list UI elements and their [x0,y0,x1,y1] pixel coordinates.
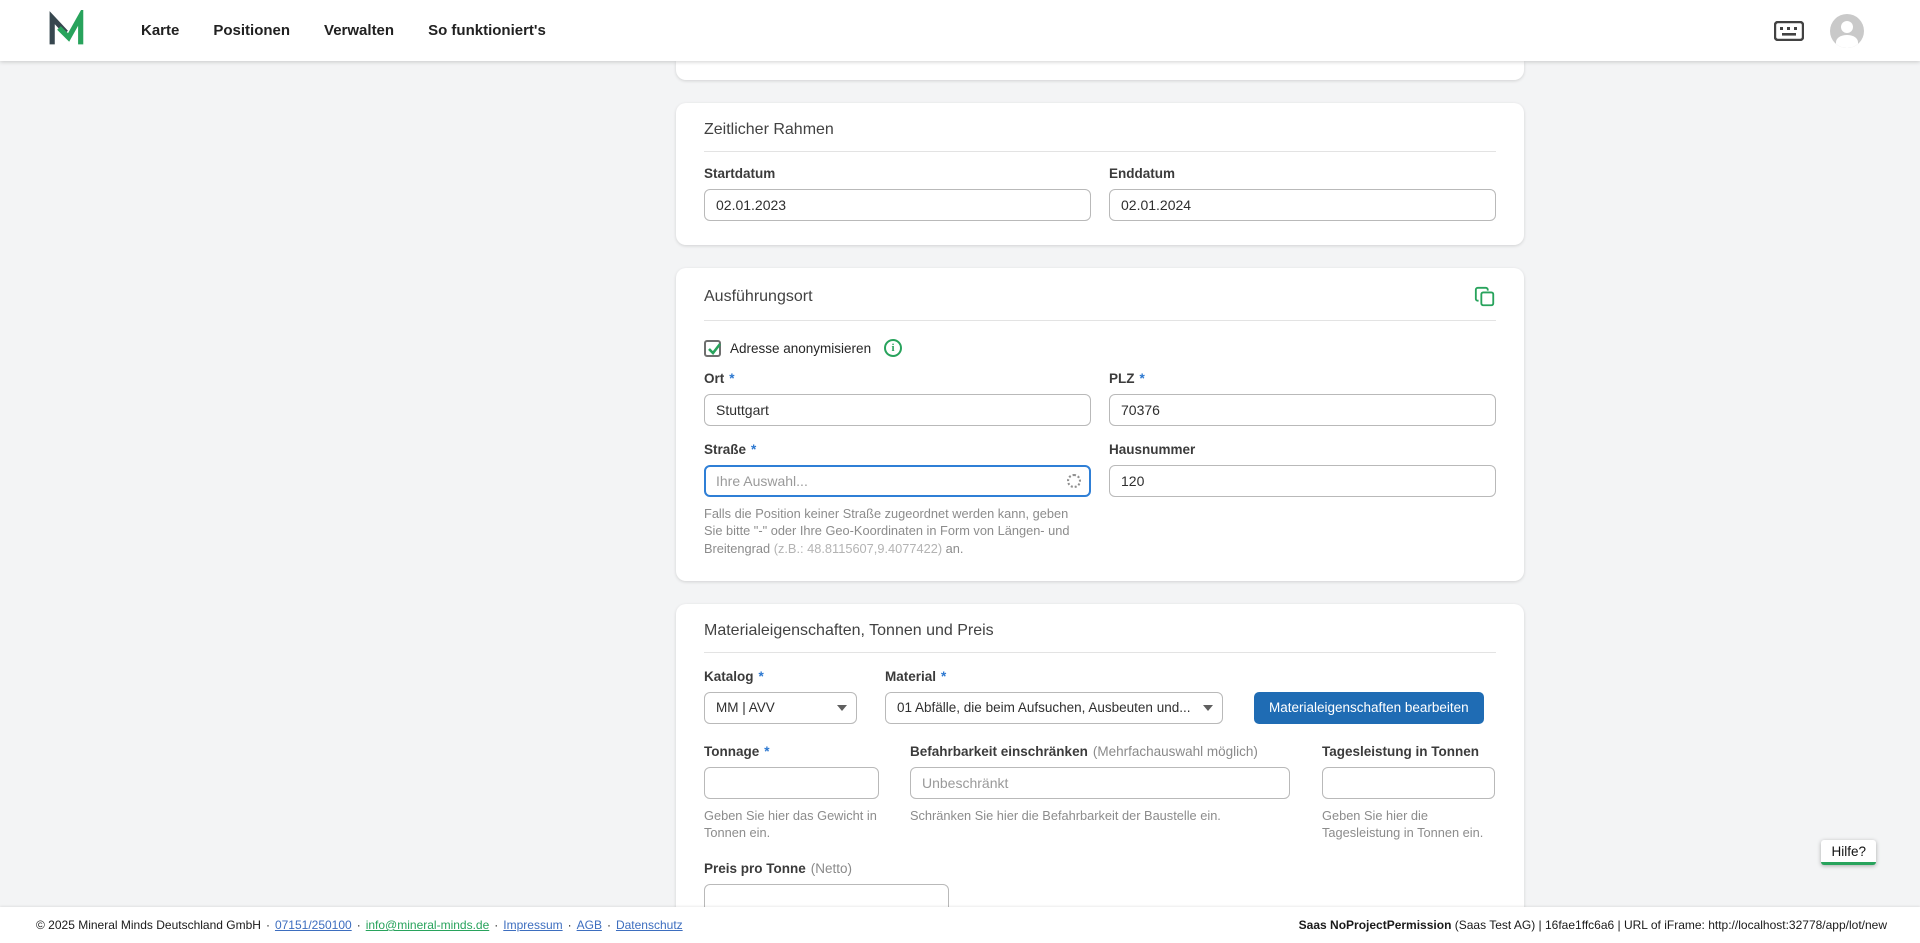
material-label: Material [885,669,936,684]
tonnage-helper-text: Geben Sie hier das Gewicht in Tonnen ein… [704,807,879,842]
strasse-label: Straße [704,442,746,457]
chevron-down-icon [1203,705,1213,711]
startdatum-label: Startdatum [704,166,775,181]
footer-left: © 2025 Mineral Minds Deutschland GmbH·07… [36,918,683,932]
card-title-ausfuehrungsort: Ausführungsort [704,288,813,306]
main-nav: Karte Positionen Verwalten So funktionie… [141,22,546,39]
tagesleistung-input[interactable] [1322,767,1495,799]
footer-copyright: © 2025 Mineral Minds Deutschland GmbH [36,918,261,932]
adresse-anonymisieren-checkbox[interactable] [704,340,721,357]
tagesleistung-field-group: Tagesleistung in Tonnen Geben Sie hier d… [1322,744,1495,842]
befahrbarkeit-label: Befahrbarkeit einschränken [910,744,1088,759]
footer-agb-link[interactable]: AGB [577,918,602,932]
nav-item-positionen[interactable]: Positionen [213,22,290,39]
materialeigenschaften-bearbeiten-button[interactable]: Materialeigenschaften bearbeiten [1254,692,1484,724]
required-marker: * [1140,371,1145,386]
help-button[interactable]: Hilfe? [1821,840,1876,865]
form-column: Zeitlicher Rahmen Startdatum Enddatum [676,61,1524,943]
info-icon[interactable]: i [884,339,902,357]
hausnummer-label: Hausnummer [1109,442,1195,457]
nav-item-verwalten[interactable]: Verwalten [324,22,394,39]
card-zeitlicher-rahmen: Zeitlicher Rahmen Startdatum Enddatum [676,103,1524,245]
footer-iframe-info: (Saas Test AG) | 16fae1ffc6a6 | URL of i… [1451,918,1887,932]
footer-right: Saas NoProjectPermission (Saas Test AG) … [1299,918,1887,932]
required-marker: * [729,371,734,386]
chevron-down-icon [837,705,847,711]
plz-label: PLZ [1109,371,1135,386]
required-marker: * [759,669,764,684]
logo-icon [47,10,85,51]
avatar-head-icon [1841,21,1853,33]
material-selected-value: 01 Abfälle, die beim Aufsuchen, Ausbeute… [897,700,1196,715]
required-marker: * [941,669,946,684]
hausnummer-input[interactable] [1109,465,1496,497]
katalog-selected-value: MM | AVV [716,700,830,715]
mineral-minds-logo[interactable] [47,10,85,51]
card-title-zeitlicher-rahmen: Zeitlicher Rahmen [704,121,834,139]
strasse-field-group: Straße * Falls die Position keiner Straß… [704,442,1091,557]
ort-input[interactable] [704,394,1091,426]
material-field-group: Material * 01 Abfälle, die beim Aufsuche… [885,669,1223,724]
enddatum-field-group: Enddatum [1109,166,1496,221]
plz-input[interactable] [1109,394,1496,426]
tonnage-label: Tonnage [704,744,759,759]
katalog-label: Katalog [704,669,754,684]
material-select[interactable]: 01 Abfälle, die beim Aufsuchen, Ausbeute… [885,692,1223,724]
enddatum-label: Enddatum [1109,166,1175,181]
tonnage-field-group: Tonnage * Geben Sie hier das Gewicht in … [704,744,879,842]
footer-datenschutz-link[interactable]: Datenschutz [616,918,683,932]
partial-card-above [676,61,1524,80]
required-marker: * [764,744,769,759]
strasse-helper-text: Falls die Position keiner Straße zugeord… [704,505,1084,557]
hausnummer-field-group: Hausnummer [1109,442,1496,497]
strasse-input[interactable] [704,465,1091,497]
startdatum-field-group: Startdatum [704,166,1091,221]
avatar-body-icon [1836,35,1858,48]
geo-coords-example: (z.B.: 48.8115607,9.4077422) [774,541,942,556]
adresse-anonymisieren-label: Adresse anonymisieren [730,341,871,356]
footer: © 2025 Mineral Minds Deutschland GmbH·07… [0,907,1920,943]
copy-icon[interactable] [1474,286,1496,308]
befahrbarkeit-field-group: Befahrbarkeit einschränken (Mehrfachausw… [910,744,1290,824]
main-content: Zeitlicher Rahmen Startdatum Enddatum [0,61,1920,943]
navbar-right [1774,14,1864,48]
befahrbarkeit-note: (Mehrfachauswahl möglich) [1093,744,1258,759]
befahrbarkeit-input[interactable] [910,767,1290,799]
footer-email-link[interactable]: info@mineral-minds.de [366,918,490,932]
startdatum-input[interactable] [704,189,1091,221]
enddatum-input[interactable] [1109,189,1496,221]
card-title-material: Materialeigenschaften, Tonnen und Preis [704,622,994,640]
tagesleistung-label: Tagesleistung in Tonnen [1322,744,1479,759]
required-marker: * [751,442,756,457]
nav-item-so-funktionierts[interactable]: So funktioniert's [428,22,546,39]
user-avatar[interactable] [1830,14,1864,48]
tagesleistung-helper-text: Geben Sie hier die Tagesleistung in Tonn… [1322,807,1495,842]
katalog-field-group: Katalog * MM | AVV [704,669,857,724]
footer-impressum-link[interactable]: Impressum [503,918,562,932]
ort-label: Ort [704,371,724,386]
katalog-select[interactable]: MM | AVV [704,692,857,724]
keyboard-icon[interactable] [1774,21,1804,41]
befahrbarkeit-helper-text: Schränken Sie hier die Befahrbarkeit der… [910,807,1290,824]
loading-spinner-icon [1067,474,1081,488]
top-navbar: Karte Positionen Verwalten So funktionie… [0,0,1920,61]
plz-field-group: PLZ * [1109,371,1496,426]
ort-field-group: Ort * [704,371,1091,426]
card-ausfuehrungsort: Ausführungsort Adresse anonymi [676,268,1524,581]
nav-item-karte[interactable]: Karte [141,22,179,39]
tonnage-input[interactable] [704,767,879,799]
footer-phone-link[interactable]: 07151/250100 [275,918,352,932]
card-material: Materialeigenschaften, Tonnen und Preis … [676,604,1524,943]
preis-label: Preis pro Tonne [704,861,806,876]
footer-saas-info: Saas NoProjectPermission [1299,918,1452,932]
preis-note: (Netto) [811,861,852,876]
